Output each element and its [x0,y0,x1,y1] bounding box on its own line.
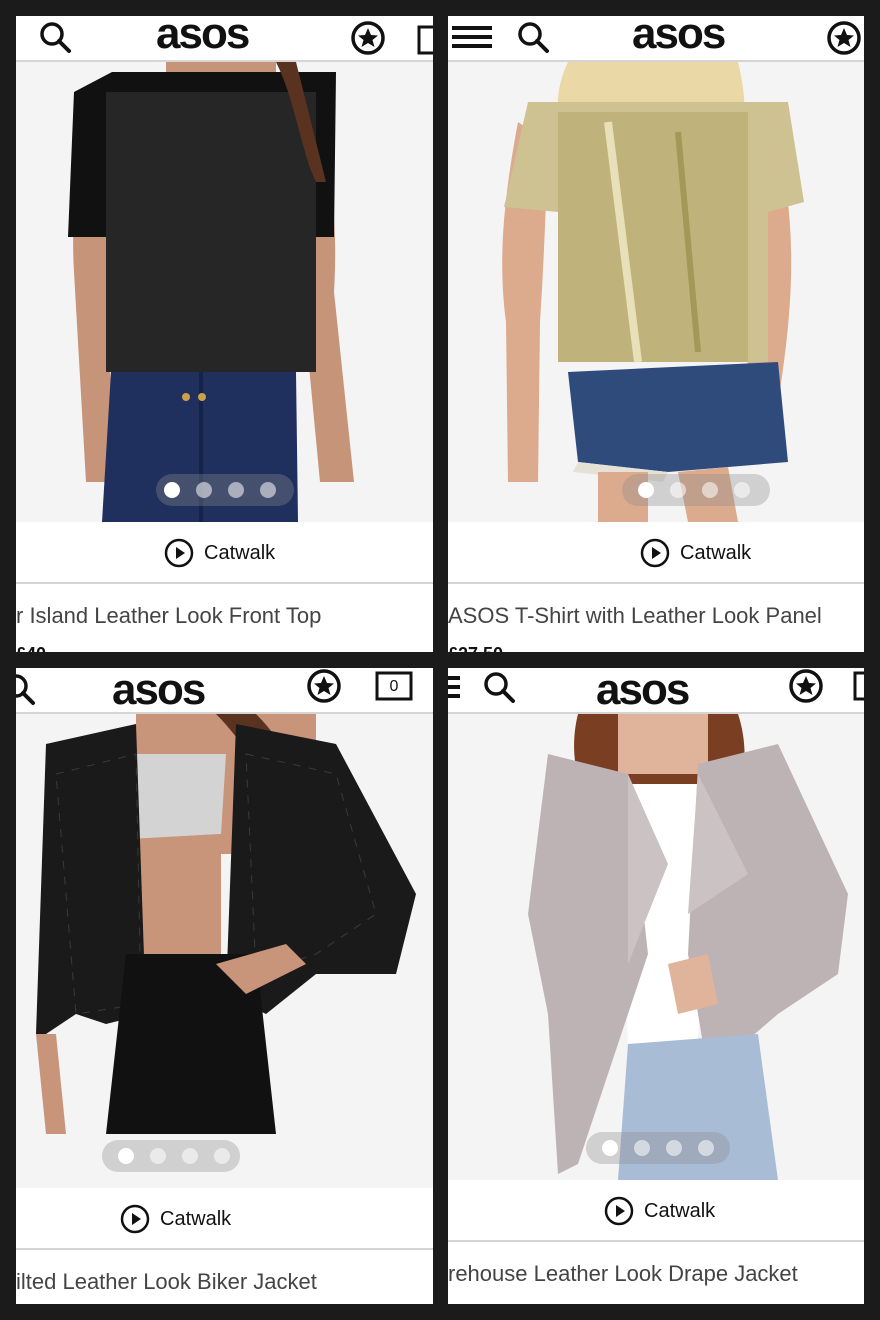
catwalk-button[interactable]: Catwalk [120,1204,231,1234]
pager-dot[interactable] [734,482,750,498]
catwalk-button[interactable]: Catwalk [640,538,751,568]
product-title[interactable]: rehouse Leather Look Drape Jacket [448,1254,798,1294]
app-header: asos [448,668,864,714]
image-pager[interactable] [586,1132,730,1164]
pager-dot[interactable] [698,1140,714,1156]
app-header: asos [448,16,864,62]
pager-dot[interactable] [196,482,212,498]
app-header: asos 0 [16,668,433,714]
cart-count: 0 [389,678,399,695]
search-icon[interactable] [16,672,36,706]
image-pager[interactable] [156,474,294,506]
product-image[interactable] [448,714,864,1180]
product-screen-3: asos 0 Catwalk ilted Leather Look Biker … [16,668,433,1304]
bag-icon[interactable] [852,668,864,702]
pager-dot[interactable] [638,482,654,498]
image-pager[interactable] [102,1140,240,1172]
product-image[interactable] [448,62,864,522]
pager-dot[interactable] [214,1148,230,1164]
pager-dot[interactable] [634,1140,650,1156]
catwalk-label: Catwalk [680,541,752,564]
pager-dot[interactable] [670,482,686,498]
catwalk-button[interactable]: Catwalk [604,1196,715,1226]
product-title[interactable]: ilted Leather Look Biker Jacket [16,1262,317,1302]
product-screen-2: asos Catwalk ASOS T-Shirt with Leather L… [448,16,864,652]
menu-icon[interactable] [448,674,460,700]
product-screen-4: asos Catwalk rehouse Leather Look Drape … [448,668,864,1304]
bag-icon[interactable] [416,22,433,56]
product-price: £27.50 [448,644,503,652]
pager-dot[interactable] [164,482,180,498]
catwalk-row: Catwalk [16,1188,433,1250]
image-pager[interactable] [622,474,770,506]
play-icon [120,1204,150,1234]
search-icon[interactable] [38,20,72,54]
star-icon[interactable] [350,20,386,56]
play-icon [604,1196,634,1226]
product-image[interactable] [16,62,433,522]
star-icon[interactable] [826,20,862,56]
play-icon [164,538,194,568]
pager-dot[interactable] [260,482,276,498]
menu-icon[interactable] [452,24,492,50]
product-title[interactable]: r Island Leather Look Front Top [16,596,321,636]
pager-dot[interactable] [182,1148,198,1164]
pager-dot[interactable] [118,1148,134,1164]
catwalk-row: Catwalk [448,522,864,584]
asos-logo[interactable]: asos [156,16,250,60]
app-header: asos [16,16,433,62]
product-price: £40 [16,644,46,652]
search-icon[interactable] [482,670,516,704]
asos-logo[interactable]: asos [632,16,726,60]
product-screen-1: asos Catwalk r Island Leather Look Front… [16,16,433,652]
product-image[interactable] [16,714,433,1188]
asos-logo[interactable]: asos [112,668,206,716]
pager-dot[interactable] [150,1148,166,1164]
catwalk-label: Catwalk [644,1199,716,1222]
catwalk-row: Catwalk [16,522,433,584]
pager-dot[interactable] [666,1140,682,1156]
product-title[interactable]: ASOS T-Shirt with Leather Look Panel [448,596,822,636]
asos-logo[interactable]: asos [596,668,690,716]
pager-dot[interactable] [702,482,718,498]
catwalk-row: Catwalk [448,1180,864,1242]
catwalk-label: Catwalk [204,541,276,564]
bag-button[interactable]: 0 [374,668,414,702]
play-icon [640,538,670,568]
catwalk-button[interactable]: Catwalk [164,538,275,568]
star-icon[interactable] [306,668,342,704]
catwalk-label: Catwalk [160,1207,232,1230]
star-icon[interactable] [788,668,824,704]
pager-dot[interactable] [228,482,244,498]
pager-dot[interactable] [602,1140,618,1156]
search-icon[interactable] [516,20,550,54]
